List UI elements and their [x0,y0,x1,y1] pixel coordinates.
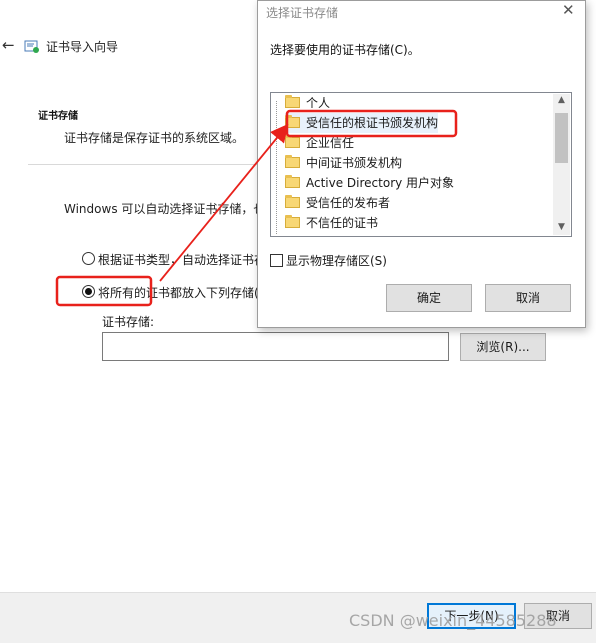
tree-item[interactable]: Active Directory 用户对象 [285,173,454,193]
certificate-store-label: 证书存储: [102,315,155,329]
certificate-icon [24,40,39,53]
scroll-down-icon[interactable]: ▼ [553,222,570,232]
ok-button[interactable]: 确定 [386,284,472,312]
scroll-up-icon[interactable]: ▲ [553,95,570,105]
folder-icon [285,175,300,188]
tree-item-label: Active Directory 用户对象 [306,176,455,190]
tree-connector-line [276,101,278,234]
back-arrow-icon[interactable]: ← [2,36,15,54]
folder-icon [285,195,300,208]
divider [28,164,258,165]
tree-item-label: 中间证书颁发机构 [306,156,403,170]
tree-item-label: 不信任的证书 [306,216,379,230]
dialog-prompt: 选择要使用的证书存储(C)。 [270,43,420,57]
certificate-store-input[interactable] [102,332,449,361]
tree-item-label: 受信任的发布者 [306,196,391,210]
folder-icon [285,155,300,168]
close-icon[interactable]: ✕ [562,1,575,19]
dialog-title: 选择证书存储 [266,6,339,20]
tree-item-label: 企业信任 [306,136,355,150]
tree-item-label: 个人 [306,96,331,110]
dialog-cancel-button[interactable]: 取消 [485,284,571,312]
show-physical-checkbox[interactable] [270,254,283,267]
auto-select-text: Windows 可以自动选择证书存储，也 [64,202,266,216]
browse-button[interactable]: 浏览(R)... [460,333,546,361]
radio-auto-select-label[interactable]: 根据证书类型，自动选择证书存 [98,251,266,268]
radio-auto-select[interactable] [82,252,95,265]
folder-icon [285,95,300,108]
folder-icon [285,115,300,128]
folder-icon [285,215,300,228]
tree-item-label: 受信任的根证书颁发机构 [306,116,439,130]
select-store-dialog: 选择证书存储 ✕ 选择要使用的证书存储(C)。 个人 受信任的根证书颁发机构 企… [257,0,586,328]
watermark: CSDN @weixin_44585288 [349,611,557,630]
tree-item-trusted-root[interactable]: 受信任的根证书颁发机构 [285,113,439,133]
tree-item[interactable]: 个人 [285,93,330,113]
show-physical-label[interactable]: 显示物理存储区(S) [286,252,387,269]
tree-item[interactable]: 中间证书颁发机构 [285,153,402,173]
tree-item[interactable]: 不信任的证书 [285,213,378,233]
wizard-title: 证书导入向导 [46,40,119,54]
radio-place-all[interactable] [82,285,95,298]
scrollbar-thumb[interactable] [555,113,568,163]
folder-icon [285,135,300,148]
section-description: 证书存储是保存证书的系统区域。 [64,131,245,145]
tree-item[interactable]: 企业信任 [285,133,354,153]
tree-item[interactable]: 受信任的发布者 [285,193,390,213]
store-tree[interactable]: 个人 受信任的根证书颁发机构 企业信任 中间证书颁发机构 Active Dire… [270,92,572,237]
section-heading: 证书存储 [38,111,78,122]
radio-place-all-label[interactable]: 将所有的证书都放入下列存储( [98,284,259,301]
